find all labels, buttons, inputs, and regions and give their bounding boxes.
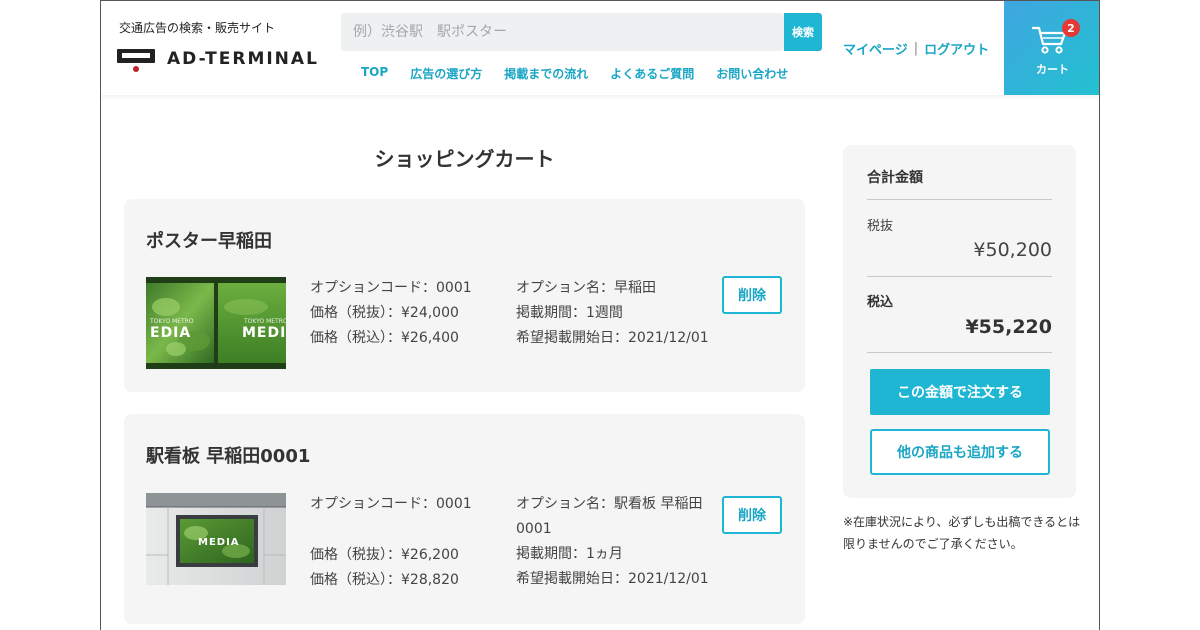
cart-button[interactable]: 2 カート: [1004, 1, 1099, 95]
nav-item-flow[interactable]: 掲載までの流れ: [504, 65, 588, 82]
nav-item-contact[interactable]: お問い合わせ: [716, 65, 788, 82]
svg-text:MEDI: MEDI: [242, 325, 286, 341]
main-nav: TOP 広告の選び方 掲載までの流れ よくあるご質問 お問い合わせ: [361, 65, 788, 82]
search-input[interactable]: [341, 13, 741, 51]
search-button[interactable]: 検索: [784, 13, 822, 51]
add-more-products-button[interactable]: 他の商品も追加する: [870, 429, 1050, 475]
account-separator: |: [913, 41, 919, 56]
cart-item-thumbnail: MEDIA: [146, 493, 286, 585]
price-in-tax: 価格（税込）：¥26,400: [310, 330, 459, 346]
site-header: 交通広告の検索・販売サイト AD-TERMINAL 検索 TOP 広告の選び方 …: [101, 1, 1099, 95]
logo-text: AD-TERMINAL: [167, 49, 319, 69]
start-date: 希望掲載開始日：2021/12/01: [516, 571, 709, 587]
delete-button[interactable]: 削除: [722, 276, 782, 314]
search-box: [341, 13, 784, 51]
cart-item-thumbnail: TOKYO METRO EDIA TOKYO METRO MEDI: [146, 277, 286, 369]
mypage-link[interactable]: マイページ: [843, 39, 908, 58]
account-links: マイページ | ログアウト: [843, 39, 989, 58]
site-logo[interactable]: AD-TERMINAL: [117, 41, 319, 77]
start-date: 希望掲載開始日：2021/12/01: [516, 330, 709, 346]
price-ex-tax: 価格（税抜）：¥26,200: [310, 547, 459, 563]
option-name-cont: 0001: [516, 521, 552, 537]
option-code: オプションコード：0001: [310, 280, 472, 296]
cart-item-options: オプション名：早稲田 掲載期間：1週間 希望掲載開始日：2021/12/01: [516, 276, 709, 351]
order-summary: 合計金額 税抜 ¥50,200 税込 ¥55,220 この金額で注文する 他の商…: [843, 145, 1076, 498]
svg-text:TOKYO METRO: TOKYO METRO: [243, 318, 286, 325]
svg-text:MEDIA: MEDIA: [198, 537, 240, 548]
price-ex-tax: 価格（税抜）：¥24,000: [310, 305, 459, 321]
page-title: ショッピングカート: [374, 147, 555, 171]
cart-label: カート: [1036, 63, 1069, 76]
ex-tax-total: ¥50,200: [973, 239, 1052, 261]
cart-item: 駅看板 早稲田0001 MEDIA オプションコード：0001 価格（税抜）：¥…: [124, 414, 805, 624]
cart-item-options: オプション名：駅看板 早稲田 0001 掲載期間：1ヵ月 希望掲載開始日：202…: [516, 492, 709, 592]
in-tax-label: 税込: [867, 295, 894, 310]
cart-item-title: ポスター早稲田: [146, 231, 272, 252]
site-tagline: 交通広告の検索・販売サイト: [119, 21, 276, 35]
stock-note: ※在庫状況により、必ずしも出稿できるとは限りませんのでご了承ください。: [843, 515, 1081, 551]
option-name: オプション名：早稲田: [516, 280, 656, 296]
cart-count-badge: 2: [1062, 19, 1080, 37]
logo-mark-icon: [117, 45, 155, 73]
cart-item-option-code: オプションコード：0001: [310, 492, 472, 517]
posting-period: 掲載期間：1ヵ月: [516, 546, 623, 562]
svg-text:TOKYO METRO: TOKYO METRO: [149, 318, 194, 325]
divider: [867, 199, 1052, 200]
nav-item-guide[interactable]: 広告の選び方: [410, 65, 482, 82]
divider: [867, 352, 1052, 353]
place-order-button[interactable]: この金額で注文する: [870, 369, 1050, 415]
price-in-tax: 価格（税込）：¥28,820: [310, 572, 459, 588]
cart-item-title: 駅看板 早稲田0001: [146, 446, 311, 467]
divider: [867, 276, 1052, 277]
cart-item: ポスター早稲田 TOKYO METRO EDIA TOKYO METRO MED…: [124, 199, 805, 392]
ex-tax-label: 税抜: [867, 219, 894, 234]
summary-heading: 合計金額: [867, 170, 923, 186]
cart-item-pricing: 価格（税抜）：¥26,200 価格（税込）：¥28,820: [310, 543, 459, 593]
in-tax-total: ¥55,220: [965, 316, 1052, 338]
svg-text:EDIA: EDIA: [150, 325, 191, 341]
option-name: オプション名：駅看板 早稲田: [516, 496, 703, 512]
nav-item-faq[interactable]: よくあるご質問: [610, 65, 694, 82]
nav-item-top[interactable]: TOP: [361, 65, 388, 82]
page-frame: 交通広告の検索・販売サイト AD-TERMINAL 検索 TOP 広告の選び方 …: [100, 0, 1100, 630]
option-code: オプションコード：0001: [310, 496, 472, 512]
cart-item-pricing: オプションコード：0001 価格（税抜）：¥24,000 価格（税込）：¥26,…: [310, 276, 472, 351]
delete-button[interactable]: 削除: [722, 496, 782, 534]
logout-link[interactable]: ログアウト: [924, 39, 989, 58]
posting-period: 掲載期間：1週間: [516, 305, 623, 321]
